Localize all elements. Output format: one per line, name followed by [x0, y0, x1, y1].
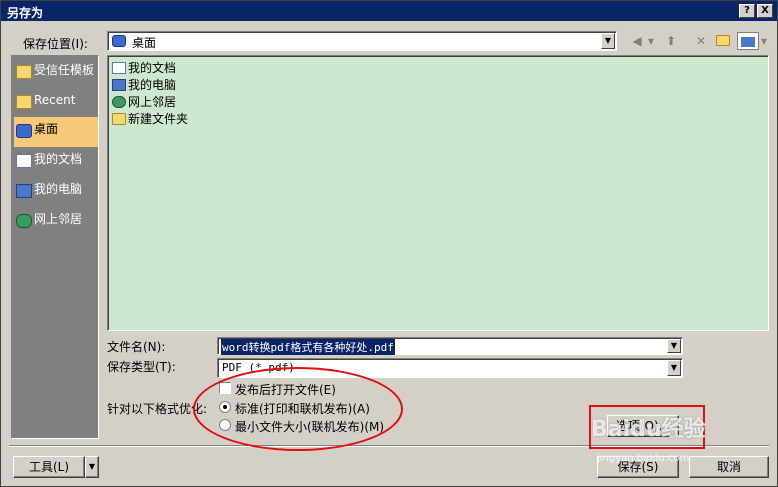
- views-menu-icon[interactable]: ▾: [759, 32, 769, 50]
- documents-icon: [16, 154, 32, 168]
- up-folder-icon[interactable]: ⬆: [661, 32, 681, 50]
- delete-icon[interactable]: ✕: [691, 32, 711, 50]
- new-folder-icon[interactable]: [713, 32, 733, 50]
- place-network[interactable]: 网上邻居: [14, 207, 98, 237]
- place-label: 受信任模板: [34, 63, 95, 77]
- views-icon[interactable]: [737, 32, 759, 50]
- place-label: 网上邻居: [34, 212, 83, 226]
- folder-icon: [16, 95, 32, 109]
- watermark-url: jingyan.baidu.com: [597, 453, 690, 464]
- documents-icon: [112, 62, 126, 74]
- list-item-label: 我的电脑: [128, 78, 177, 92]
- place-label: 我的电脑: [34, 182, 83, 196]
- file-list[interactable]: 我的文档 我的电脑 网上邻居 新建文件夹: [107, 55, 769, 331]
- place-label: 桌面: [34, 122, 59, 136]
- folder-icon: [112, 113, 126, 125]
- tools-button[interactable]: 工具(L): [13, 456, 85, 478]
- computer-icon: [112, 79, 126, 91]
- filename-field[interactable]: word转换pdf格式有各种好处.pdf ▼: [217, 337, 683, 355]
- cancel-button[interactable]: 取消: [689, 456, 769, 478]
- list-item[interactable]: 我的电脑: [112, 76, 176, 92]
- place-my-documents[interactable]: 我的文档: [14, 147, 98, 177]
- location-value: 桌面: [132, 36, 157, 50]
- save-as-dialog: 另存为 ? X 保存位置(I): 桌面 ▼ ◀ ▾ ⬆ ✕ ▾ 受信任模板 Re…: [0, 0, 778, 487]
- network-icon: [16, 214, 32, 228]
- tools-menu-icon[interactable]: ▼: [85, 456, 99, 478]
- location-label: 保存位置(I):: [23, 37, 88, 51]
- filename-value: word转换pdf格式有各种好处.pdf: [221, 339, 395, 355]
- computer-icon: [16, 184, 32, 198]
- window-title: 另存为: [7, 6, 44, 20]
- back-icon[interactable]: ◀: [627, 32, 647, 50]
- location-combo[interactable]: 桌面 ▼: [107, 31, 617, 51]
- list-item[interactable]: 我的文档: [112, 59, 176, 75]
- list-item[interactable]: 网上邻居: [112, 93, 176, 109]
- list-item-label: 我的文档: [128, 61, 177, 75]
- help-button[interactable]: ?: [739, 4, 755, 18]
- place-label: 我的文档: [34, 152, 83, 166]
- watermark-logo: Baidu经验: [591, 417, 706, 442]
- chevron-down-icon[interactable]: ▼: [667, 339, 681, 353]
- desktop-icon: [16, 124, 32, 138]
- place-desktop[interactable]: 桌面: [14, 117, 98, 147]
- filetype-label: 保存类型(T):: [107, 360, 176, 374]
- chevron-down-icon[interactable]: ▼: [601, 33, 615, 49]
- list-item-label: 新建文件夹: [128, 112, 189, 126]
- network-icon: [112, 96, 126, 108]
- list-item-label: 网上邻居: [128, 95, 177, 109]
- list-item[interactable]: 新建文件夹: [112, 110, 188, 126]
- place-recent[interactable]: Recent: [14, 88, 98, 118]
- place-my-computer[interactable]: 我的电脑: [14, 177, 98, 207]
- chevron-down-icon[interactable]: ▼: [667, 360, 681, 376]
- title-bar: 另存为 ? X: [1, 1, 777, 21]
- folder-icon: [16, 65, 32, 79]
- filename-label: 文件名(N):: [107, 340, 166, 354]
- back-menu-icon[interactable]: ▾: [645, 32, 657, 50]
- desktop-icon: [112, 35, 126, 47]
- highlight-ellipse: [193, 367, 403, 451]
- place-trusted-templates[interactable]: 受信任模板: [14, 58, 98, 92]
- places-bar: 受信任模板 Recent 桌面 我的文档 我的电脑 网上邻居: [11, 55, 99, 439]
- place-label: Recent: [34, 93, 76, 107]
- close-button[interactable]: X: [757, 4, 773, 18]
